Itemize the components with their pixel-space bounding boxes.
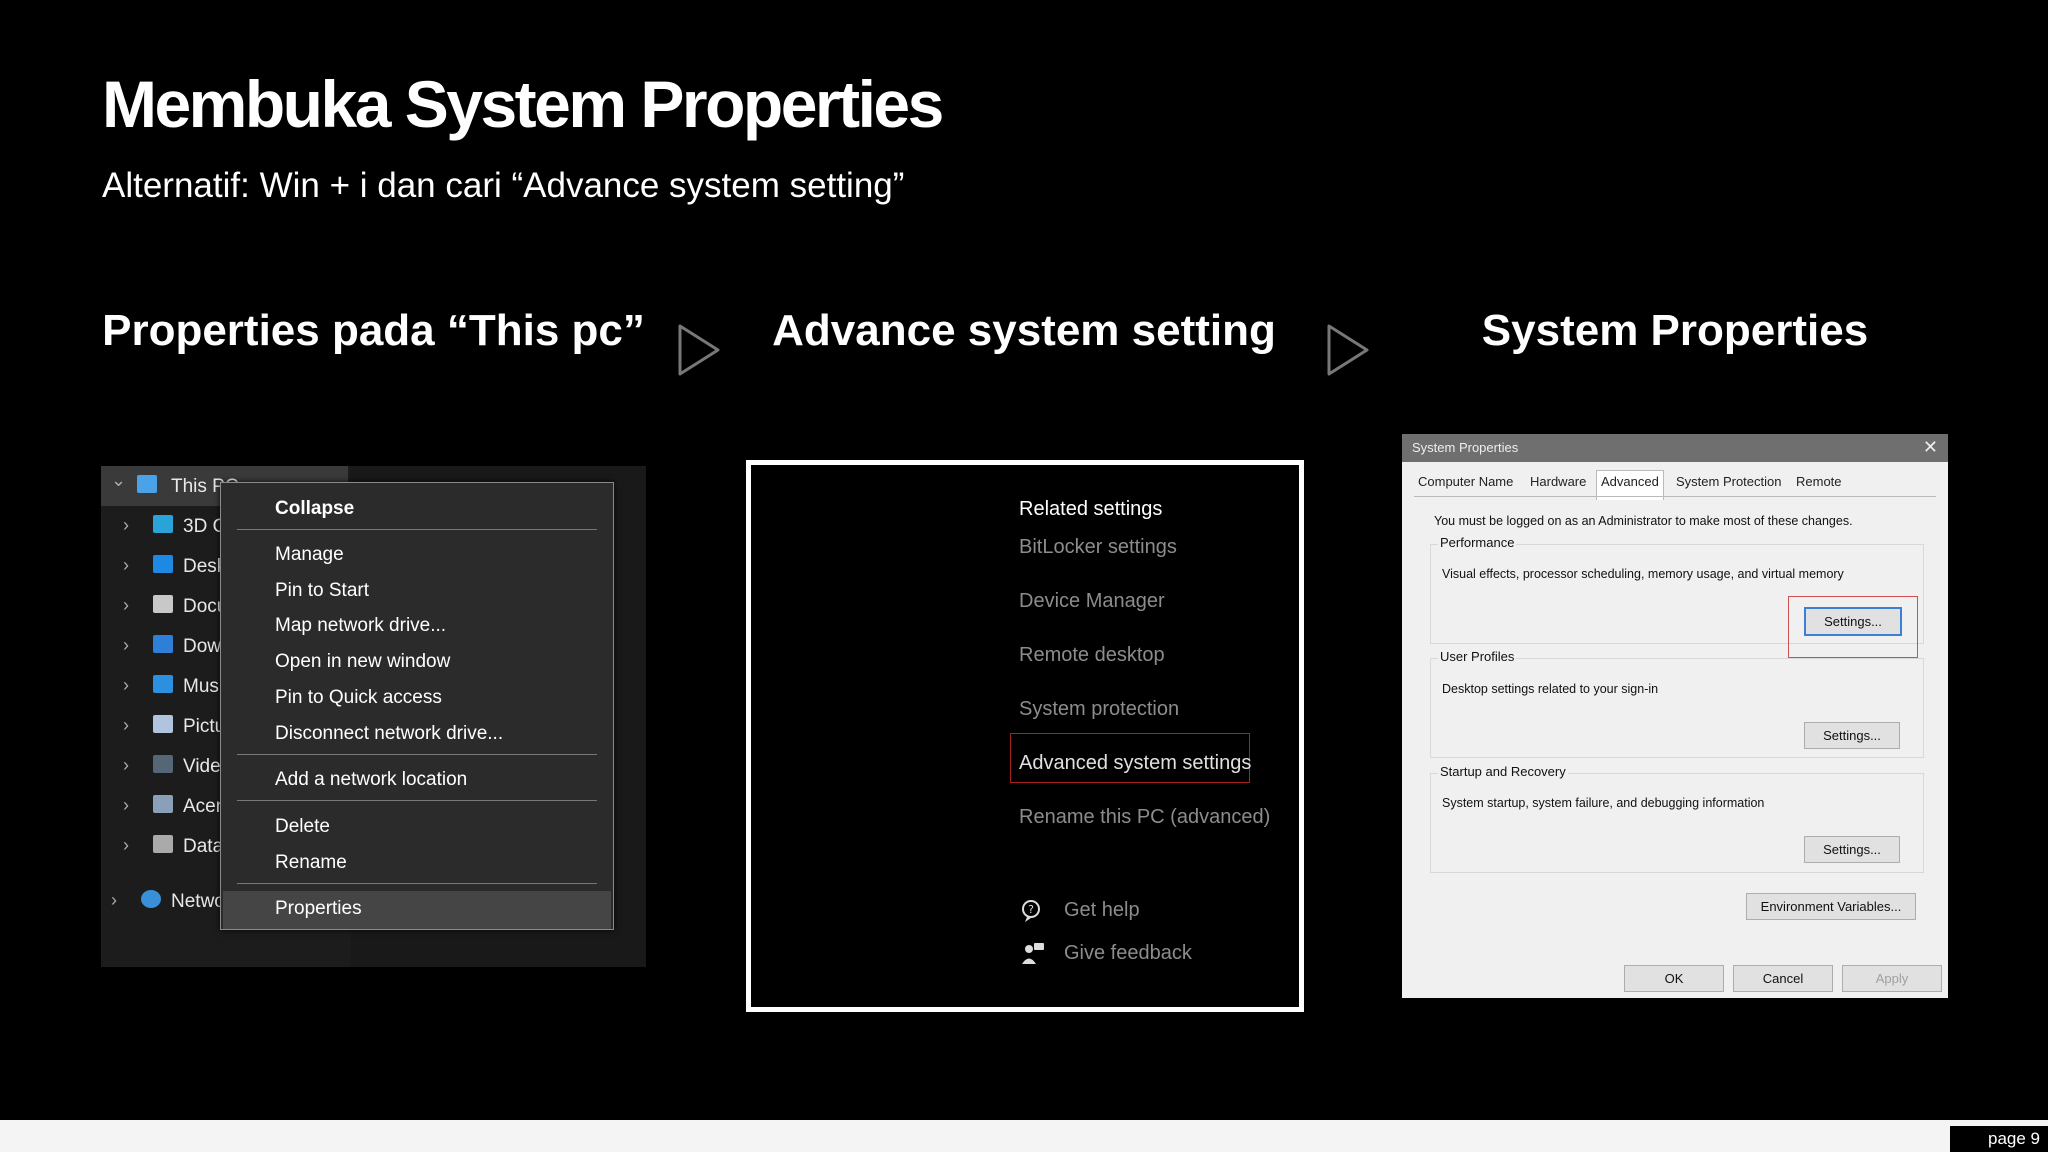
- drive-icon: [153, 795, 173, 813]
- chevron-right-icon[interactable]: ›: [123, 755, 129, 776]
- music-icon: [153, 675, 173, 693]
- user-profiles-description: Desktop settings related to your sign-in: [1442, 682, 1659, 696]
- performance-description: Visual effects, processor scheduling, me…: [1442, 567, 1844, 581]
- apply-button[interactable]: Apply: [1842, 965, 1942, 992]
- chevron-right-icon[interactable]: ›: [123, 715, 129, 736]
- link-rename-pc[interactable]: Rename this PC (advanced): [1019, 806, 1270, 829]
- link-get-help[interactable]: Get help: [1064, 899, 1140, 922]
- tab-computer-name[interactable]: Computer Name: [1418, 474, 1513, 496]
- step-arrow-icon: [1327, 324, 1369, 376]
- help-icon: ?: [1022, 900, 1040, 922]
- context-menu: Collapse Manage Pin to Start Map network…: [220, 482, 614, 930]
- tree-item-label: Acer: [183, 796, 223, 817]
- chevron-right-icon[interactable]: ›: [123, 515, 129, 536]
- chevron-right-icon[interactable]: ›: [123, 795, 129, 816]
- feedback-icon: [1022, 943, 1044, 964]
- system-properties-dialog: System Properties ✕ Computer Name Hardwa…: [1402, 434, 1948, 998]
- chevron-down-icon[interactable]: ⌄: [111, 470, 126, 491]
- tab-remote[interactable]: Remote: [1796, 474, 1842, 496]
- performance-label: Performance: [1438, 535, 1517, 550]
- explorer-screenshot: ⌄This PC›3D Objects›Desktop›Documents›Do…: [101, 466, 646, 967]
- chevron-right-icon[interactable]: ›: [123, 675, 129, 696]
- tab-hardware[interactable]: Hardware: [1530, 474, 1586, 496]
- menu-item-properties[interactable]: Properties: [275, 898, 362, 920]
- chevron-right-icon[interactable]: ›: [123, 555, 129, 576]
- ok-button[interactable]: OK: [1624, 965, 1724, 992]
- link-remote-desktop[interactable]: Remote desktop: [1019, 644, 1165, 667]
- svg-text:?: ?: [1028, 903, 1034, 916]
- performance-settings-button[interactable]: Settings...: [1804, 607, 1902, 636]
- profiles-settings-button[interactable]: Settings...: [1804, 722, 1900, 749]
- step-arrow-icon: [678, 324, 720, 376]
- startup-settings-button[interactable]: Settings...: [1804, 836, 1900, 863]
- chevron-right-icon[interactable]: ›: [111, 890, 117, 911]
- column-heading-3: System Properties: [1481, 306, 1869, 355]
- menu-item-add-network-location[interactable]: Add a network location: [275, 769, 467, 791]
- menu-item-map-drive[interactable]: Map network drive...: [275, 615, 446, 637]
- network-icon: [141, 890, 161, 908]
- menu-item-pin-quick-access[interactable]: Pin to Quick access: [275, 687, 442, 709]
- menu-item-pin-start[interactable]: Pin to Start: [275, 580, 369, 602]
- menu-separator: [237, 800, 597, 801]
- chevron-right-icon[interactable]: ›: [123, 635, 129, 656]
- menu-item-rename[interactable]: Rename: [275, 852, 347, 874]
- link-advanced-system-settings[interactable]: Advanced system settings: [1019, 752, 1251, 775]
- link-system-protection[interactable]: System protection: [1019, 698, 1179, 721]
- link-give-feedback[interactable]: Give feedback: [1064, 942, 1192, 965]
- link-bitlocker-settings[interactable]: BitLocker settings: [1019, 536, 1177, 559]
- close-icon[interactable]: ✕: [1923, 437, 1938, 458]
- dialog-titlebar: System Properties ✕: [1402, 434, 1948, 462]
- menu-item-collapse[interactable]: Collapse: [275, 498, 354, 520]
- cancel-button[interactable]: Cancel: [1733, 965, 1833, 992]
- tab-divider: [1414, 496, 1936, 497]
- user-profiles-label: User Profiles: [1438, 649, 1517, 664]
- video-icon: [153, 755, 173, 773]
- dialog-title: System Properties: [1412, 440, 1519, 455]
- menu-item-disconnect-drive[interactable]: Disconnect network drive...: [275, 723, 503, 745]
- computer-icon: [137, 475, 157, 493]
- document-icon: [153, 595, 173, 613]
- related-settings-screenshot: Related settings BitLocker settings Devi…: [746, 460, 1304, 1012]
- pictures-icon: [153, 715, 173, 733]
- tab-system-protection[interactable]: System Protection: [1676, 474, 1782, 496]
- menu-item-open-new-window[interactable]: Open in new window: [275, 651, 450, 673]
- startup-recovery-description: System startup, system failure, and debu…: [1442, 796, 1765, 810]
- slide-subtitle: Alternatif: Win + i dan cari “Advance sy…: [102, 166, 905, 205]
- slide-title: Membuka System Properties: [102, 67, 944, 141]
- related-settings-heading: Related settings: [1019, 498, 1163, 520]
- environment-variables-button[interactable]: Environment Variables...: [1746, 893, 1916, 920]
- footer-bar: [0, 1120, 2048, 1152]
- page-number: page 9: [1950, 1126, 2048, 1152]
- chevron-right-icon[interactable]: ›: [123, 835, 129, 856]
- tree-item-label: Data: [183, 836, 224, 857]
- column-heading-2: Advance system setting: [772, 306, 1276, 355]
- drive-icon: [153, 835, 173, 853]
- menu-separator: [237, 529, 597, 530]
- cube-icon: [153, 515, 173, 533]
- desktop-icon: [153, 555, 173, 573]
- link-device-manager[interactable]: Device Manager: [1019, 590, 1165, 613]
- chevron-right-icon[interactable]: ›: [123, 595, 129, 616]
- startup-recovery-label: Startup and Recovery: [1438, 764, 1568, 779]
- column-heading-1: Properties pada “This pc”: [102, 306, 645, 355]
- download-icon: [153, 635, 173, 653]
- menu-separator: [237, 883, 597, 884]
- menu-separator: [237, 754, 597, 755]
- admin-note: You must be logged on as an Administrato…: [1434, 514, 1853, 528]
- menu-item-manage[interactable]: Manage: [275, 544, 344, 566]
- menu-item-delete[interactable]: Delete: [275, 816, 330, 838]
